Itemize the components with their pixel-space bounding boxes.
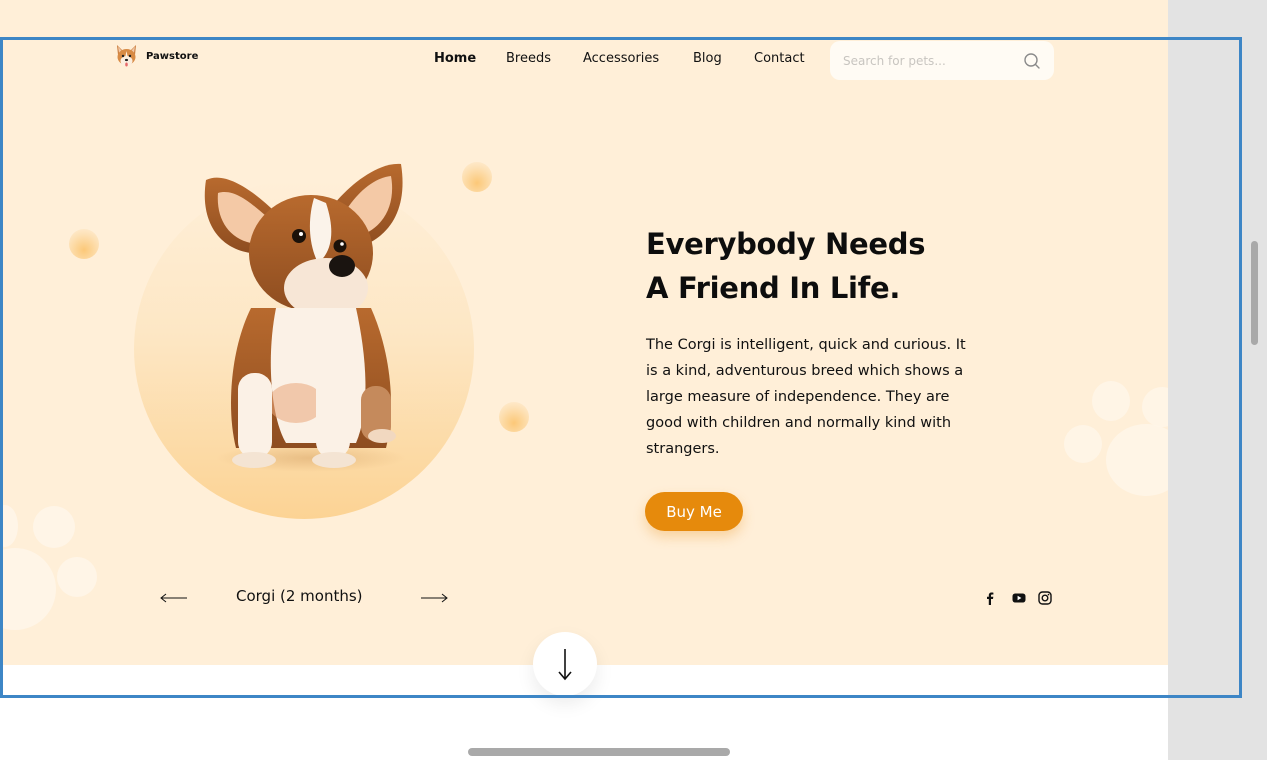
search-icon[interactable] — [1023, 52, 1041, 70]
search-box — [830, 41, 1054, 80]
decorative-bubble — [499, 402, 529, 432]
hero-title-line-1: Everybody Needs — [646, 227, 926, 261]
decorative-bubble — [69, 229, 99, 259]
paw-toe — [33, 506, 75, 548]
arrow-down-icon — [558, 649, 572, 681]
instagram-icon[interactable] — [1037, 590, 1053, 606]
vertical-scrollbar[interactable] — [1251, 241, 1258, 345]
nav-item-blog[interactable]: Blog — [693, 51, 722, 66]
paw-pad — [1106, 424, 1168, 496]
buy-me-button[interactable]: Buy Me — [645, 492, 743, 531]
hero-description: The Corgi is intelligent, quick and curi… — [646, 337, 966, 457]
nav-item-contact[interactable]: Contact — [754, 51, 805, 66]
main-nav: Home Breeds Accessories Blog Contact — [0, 51, 820, 69]
carousel-caption: Corgi (2 months) — [236, 587, 363, 605]
corgi-puppy-image — [204, 163, 406, 472]
hero-title: Everybody Needs A Friend In Life. — [646, 222, 1066, 310]
youtube-icon[interactable] — [1011, 590, 1027, 606]
nav-item-home[interactable]: Home — [434, 51, 476, 66]
carousel-next-button[interactable] — [419, 589, 449, 607]
search-input[interactable] — [843, 52, 1018, 70]
arrow-left-icon — [160, 593, 187, 603]
hero-section: Pawstore Home Breeds Accessories Blog Co… — [0, 0, 1168, 665]
nav-item-accessories[interactable]: Accessories — [583, 51, 659, 66]
hero-title-line-2: A Friend In Life. — [646, 271, 901, 305]
carousel-prev-button[interactable] — [159, 589, 189, 607]
nav-item-breeds[interactable]: Breeds — [506, 51, 551, 66]
paw-toe — [1092, 381, 1130, 421]
paw-toe — [0, 505, 18, 547]
facebook-icon[interactable] — [982, 590, 998, 606]
arrow-right-icon — [421, 593, 448, 603]
page: Pawstore Home Breeds Accessories Blog Co… — [0, 0, 1168, 760]
horizontal-scrollbar[interactable] — [468, 748, 730, 756]
decorative-bubble — [462, 162, 492, 192]
paw-toe — [1064, 425, 1102, 463]
scroll-down-button[interactable] — [533, 632, 597, 696]
paw-toe — [1142, 387, 1168, 427]
paw-pad — [0, 548, 56, 630]
browser-gutter — [1168, 0, 1267, 760]
paw-toe — [57, 557, 97, 597]
